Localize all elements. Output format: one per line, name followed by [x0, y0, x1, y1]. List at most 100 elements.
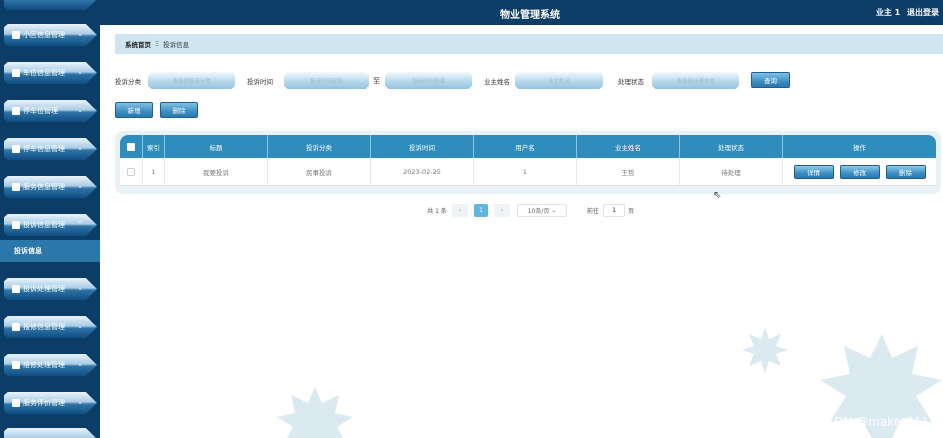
goto-input[interactable]: 1 [603, 204, 625, 217]
col-header: 投诉时间 [371, 135, 474, 158]
search-bar: 投诉分类 请选择投诉分类 投诉时间 投诉时间起始 至 投诉时间结束 业主姓名 业… [115, 70, 943, 90]
col-header: 用户名 [474, 135, 577, 158]
doc-icon [12, 221, 20, 229]
sidebar-item-label: 服务评价管理 [23, 399, 65, 407]
doc-icon [12, 183, 20, 191]
breadcrumb-home[interactable]: 系统首页 [125, 39, 151, 49]
edit-button[interactable]: 修改 [839, 164, 880, 179]
time-end-input[interactable]: 投诉时间结束 [385, 72, 472, 89]
prev-page-button[interactable]: ‹ [452, 204, 468, 217]
cell-username: 1 [474, 158, 577, 185]
chevron-down-icon: ⌄ [77, 68, 83, 76]
grid-icon [12, 361, 20, 369]
sidebar-item-community[interactable]: 小区信息管理 ⌄ [4, 24, 97, 46]
sidebar-item-label: 投诉信息管理 [23, 221, 65, 229]
sidebar-item-complaint-handle[interactable]: 投诉处理管理 ⌄ [4, 278, 97, 300]
cell-index: 1 [143, 158, 165, 185]
sidebar-item-label: 车位信息管理 [23, 69, 65, 77]
detail-button[interactable]: 详情 [793, 164, 834, 179]
breadcrumb-separator: Ξ [155, 40, 160, 48]
logout-link[interactable]: 退出登录 [907, 8, 939, 17]
chevron-down-icon: ⌄ [77, 144, 83, 152]
sidebar-item-complaint[interactable]: 投诉信息管理 ⌃ [4, 214, 97, 236]
mouse-cursor-icon: ⇖ [713, 190, 722, 201]
sidebar-item-maintenance[interactable]: 维修处理管理 ⌄ [4, 354, 97, 376]
sidebar-item-top[interactable] [4, 0, 97, 10]
grid-icon [12, 107, 20, 115]
cell-status: 待处理 [680, 158, 783, 185]
sidebar-item-parking-info[interactable]: 车位信息管理 ⌄ [4, 62, 97, 84]
sidebar-item-label: 报修信息管理 [23, 323, 65, 331]
sidebar-item-label: 停车位管理 [23, 107, 58, 115]
col-header: 操作 [853, 143, 866, 152]
chevron-down-icon: ⌄ [77, 30, 83, 38]
chevron-down-icon: ⌄ [77, 284, 83, 292]
page-size-value: 10条/页 [527, 208, 550, 215]
cell-title: 我要投诉 [165, 158, 268, 185]
building-icon [12, 31, 20, 39]
row-checkbox[interactable] [127, 167, 135, 176]
list-icon [12, 145, 20, 153]
breadcrumb: 系统首页 Ξ 投诉信息 [115, 34, 943, 54]
col-header: 投诉分类 [268, 135, 371, 158]
select-all-checkbox[interactable] [127, 142, 135, 151]
delete-button[interactable]: 删除 [160, 102, 198, 118]
chevron-up-icon: ⌃ [77, 220, 83, 228]
time-start-input[interactable]: 投诉时间起始 [284, 72, 369, 89]
time-label: 投诉时间 [247, 78, 273, 86]
next-page-button[interactable]: › [494, 204, 510, 217]
sidebar-subitem-complaint-info[interactable]: 投诉信息 [0, 240, 100, 262]
sidebar-item-label: 维修处理管理 [23, 361, 65, 369]
status-label: 处理状态 [618, 78, 644, 86]
car-icon [12, 69, 20, 77]
data-table: 索引 标题 投诉分类 投诉时间 用户名 业主姓名 处理状态 操作 1 我要投诉 … [115, 131, 941, 194]
chevron-down-icon: ⌄ [77, 106, 83, 114]
user-name: 业主 1 [875, 8, 901, 17]
watermark: CSDN @maker011 [818, 415, 929, 429]
sidebar-item-label: 服务信息管理 [23, 183, 65, 191]
page-title: 物业管理系统 [500, 10, 560, 21]
sidebar-item-parking-record[interactable]: 停车信息管理 ⌄ [4, 138, 97, 160]
owner-label: 业主姓名 [484, 78, 510, 86]
decor-starburst-small [742, 327, 788, 373]
goto-label: 前往 [586, 208, 599, 215]
breadcrumb-current: 投诉信息 [163, 41, 190, 49]
chevron-down-icon: ⌄ [77, 322, 83, 330]
sidebar-item-label: 投诉处理管理 [23, 285, 65, 293]
category-select[interactable]: 请选择投诉分类 [148, 72, 235, 89]
to-label: 至 [373, 77, 380, 85]
page-number[interactable]: 1 [474, 204, 488, 217]
table-header: 索引 标题 投诉分类 投诉时间 用户名 业主姓名 处理状态 操作 [120, 135, 936, 158]
sidebar-item-review[interactable]: 服务评价管理 ⌄ [4, 392, 97, 414]
cell-category: 民事投诉 [268, 158, 371, 185]
sidebar-item-repair[interactable]: 报修信息管理 ⌄ [4, 316, 97, 338]
table-row: 1 我要投诉 民事投诉 2023-02-25 1 王哲 待处理 详情 修改 删除 [120, 158, 936, 186]
row-delete-button[interactable]: 删除 [885, 164, 926, 179]
decor-starburst-bottom [277, 387, 353, 438]
sidebar-item-bottom[interactable] [4, 428, 97, 438]
add-button[interactable]: 新增 [115, 102, 153, 118]
top-header: 物业管理系统 业主 1 退出登录 [100, 0, 943, 25]
sidebar-item-service[interactable]: 服务信息管理 ⌄ [4, 176, 97, 198]
col-header: 标题 [165, 135, 268, 158]
owner-input[interactable]: 业主姓名 [515, 72, 603, 89]
status-select[interactable]: 请选择处理状态 [652, 72, 739, 89]
sidebar: 小区信息管理 ⌄ 车位信息管理 ⌄ 停车位管理 ⌄ 停车信息管理 ⌄ 服务信息管理 ⌄ 投… [0, 0, 100, 438]
sidebar-item-label: 小区信息管理 [23, 31, 65, 39]
sidebar-item-parking-space[interactable]: 停车位管理 ⌄ [4, 100, 97, 122]
col-header: 处理状态 [680, 135, 783, 158]
cell-owner: 王哲 [577, 158, 680, 185]
page-size-select[interactable]: 10条/页 ⌄ [517, 204, 567, 217]
sidebar-item-label: 停车信息管理 [23, 145, 65, 153]
chevron-down-icon: ⌄ [77, 398, 83, 406]
chevron-down-icon: ⌄ [551, 207, 557, 214]
total-count: 共 1 条 [427, 208, 447, 215]
user-area: 业主 1 退出登录 [872, 7, 939, 18]
query-button[interactable]: 查询 [751, 72, 790, 88]
cell-operations: 详情 修改 删除 [783, 158, 936, 185]
col-header: 业主姓名 [577, 135, 680, 158]
col-header: 索引 [143, 135, 165, 158]
category-label: 投诉分类 [115, 78, 141, 86]
chevron-down-icon: ⌄ [77, 360, 83, 368]
cell-time: 2023-02-25 [371, 158, 474, 185]
